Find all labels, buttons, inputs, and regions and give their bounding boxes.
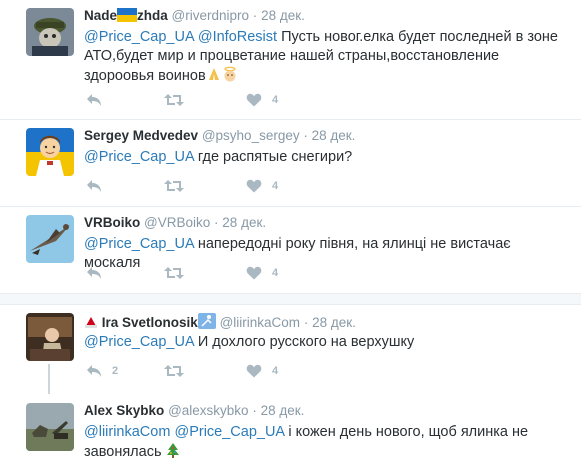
christmas-tree-icon xyxy=(166,442,180,464)
timestamp[interactable]: 28 дек. xyxy=(312,315,356,330)
like-icon xyxy=(246,93,262,107)
retweet-icon xyxy=(164,267,184,279)
retweet-icon xyxy=(164,94,184,106)
author-handle[interactable]: @liirinkaCom xyxy=(220,315,300,330)
author-handle[interactable]: @riverdnipro xyxy=(172,8,249,23)
like-icon xyxy=(246,266,262,280)
santa-hat-icon xyxy=(84,315,98,332)
reply-button[interactable] xyxy=(86,90,102,110)
timestamp[interactable]: 28 дек. xyxy=(261,403,305,418)
retweet-button[interactable] xyxy=(164,90,184,110)
mention-link[interactable]: @Price_Cap_UA xyxy=(174,424,284,440)
timestamp[interactable]: 28 дек. xyxy=(222,215,266,230)
conversation-gap xyxy=(0,293,581,305)
tweet-header: Ira Svetlonosik @liirinkaCom · 28 дек. xyxy=(84,313,356,332)
author-name-suffix[interactable]: zhda xyxy=(137,8,168,23)
reply-count: 2 xyxy=(112,365,119,377)
avatar[interactable] xyxy=(26,8,74,56)
separator: · xyxy=(214,215,219,230)
mention-link[interactable]: @InfoResist xyxy=(198,29,277,45)
retweet-icon xyxy=(164,180,184,192)
tweet-actions: 4 xyxy=(84,176,324,196)
avatar[interactable] xyxy=(26,215,74,263)
avatar[interactable] xyxy=(26,128,74,176)
reply-button[interactable]: 2 xyxy=(86,361,118,381)
avatar[interactable] xyxy=(26,313,74,361)
like-count: 4 xyxy=(272,267,279,279)
ukraine-flag-icon xyxy=(117,8,138,25)
retweet-icon xyxy=(164,365,184,377)
tweet-text: @Price_Cap_UA где распятые снегири? xyxy=(84,148,564,167)
author-name[interactable]: Nade xyxy=(84,8,117,23)
tweet-actions: 2 4 xyxy=(84,361,324,381)
author-handle[interactable]: @alexskybko xyxy=(168,403,249,418)
tweet-header: VRBoiko @VRBoiko · 28 дек. xyxy=(84,215,266,230)
like-button[interactable]: 4 xyxy=(246,176,278,196)
angel-icon xyxy=(222,66,238,88)
mention-link[interactable]: @Price_Cap_UA xyxy=(84,149,194,165)
reply-icon xyxy=(87,267,101,279)
pray-icon xyxy=(206,66,222,88)
like-button[interactable]: 4 xyxy=(246,90,278,110)
author-handle[interactable]: @VRBoiko xyxy=(144,215,210,230)
reply-icon xyxy=(87,365,101,377)
author-handle[interactable]: @psyho_sergey xyxy=(202,128,300,143)
tweet-body: где распятые снегири? xyxy=(197,149,353,165)
tweet-actions: 4 xyxy=(84,263,324,283)
mention-link[interactable]: @Price_Cap_UA xyxy=(84,29,194,45)
reply-icon xyxy=(87,180,101,192)
tweet-body: И дохлого русского на верхушку xyxy=(197,334,415,350)
retweet-button[interactable] xyxy=(164,176,184,196)
reply-button[interactable] xyxy=(86,263,102,283)
mention-link[interactable]: @Price_Cap_UA xyxy=(84,236,194,252)
mention-link[interactable]: @Price_Cap_UA xyxy=(84,334,194,350)
timestamp[interactable]: 28 дек. xyxy=(312,128,356,143)
separator: · xyxy=(252,8,258,23)
like-icon xyxy=(246,179,262,193)
like-icon xyxy=(246,364,262,378)
separator: · xyxy=(303,315,309,330)
author-name[interactable]: Sergey Medvedev xyxy=(84,128,198,143)
like-button[interactable]: 4 xyxy=(246,361,278,381)
tweet-text: @Price_Cap_UA @InfoResist Пусть новог.ел… xyxy=(84,28,564,88)
like-count: 4 xyxy=(272,365,279,377)
tweet-3[interactable]: VRBoiko @VRBoiko · 28 дек. @Price_Cap_UA… xyxy=(0,207,581,293)
author-name[interactable]: VRBoiko xyxy=(84,215,140,230)
author-name[interactable]: Alex Skybko xyxy=(84,403,164,418)
author-name[interactable]: Ira Svetlonosik xyxy=(102,315,198,330)
tweet-text: @Price_Cap_UA И дохлого русского на верх… xyxy=(84,333,564,352)
mention-link[interactable]: @liirinkaCom xyxy=(84,424,170,440)
tweet-5[interactable]: Alex Skybko @alexskybko · 28 дек. @liiri… xyxy=(0,395,581,468)
tweet-header: Alex Skybko @alexskybko · 28 дек. xyxy=(84,403,304,418)
skier-icon xyxy=(197,313,216,332)
like-count: 4 xyxy=(272,180,279,192)
retweet-button[interactable] xyxy=(164,263,184,283)
like-button[interactable]: 4 xyxy=(246,263,278,283)
tweet-text: @liirinkaCom @Price_Cap_UA і кожен день … xyxy=(84,423,564,464)
retweet-button[interactable] xyxy=(164,361,184,381)
tweet-1[interactable]: Nade zhda @riverdnipro · 28 дек. @Price_C… xyxy=(0,0,581,119)
tweet-2[interactable]: Sergey Medvedev @psyho_sergey · 28 дек. … xyxy=(0,120,581,206)
tweet-actions: 4 xyxy=(84,90,324,110)
tweet-4[interactable]: Ira Svetlonosik @liirinkaCom · 28 дек. @… xyxy=(0,305,581,395)
reply-icon xyxy=(87,94,101,106)
timestamp[interactable]: 28 дек. xyxy=(261,8,305,23)
tweet-header: Sergey Medvedev @psyho_sergey · 28 дек. xyxy=(84,128,355,143)
reply-button[interactable] xyxy=(86,176,102,196)
tweet-header: Nade zhda @riverdnipro · 28 дек. xyxy=(84,8,305,25)
like-count: 4 xyxy=(272,94,279,106)
separator: · xyxy=(252,403,257,418)
avatar[interactable] xyxy=(26,403,74,451)
separator: · xyxy=(303,128,308,143)
